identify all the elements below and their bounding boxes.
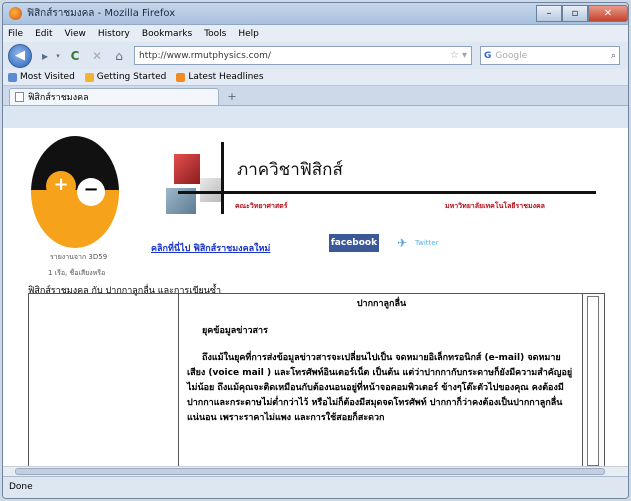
left-column	[29, 294, 179, 467]
search-placeholder: Google	[495, 50, 528, 61]
page-content: + − รายงานจาก 3D59 1 เรือ, ชื่อเสียงหรือ…	[3, 128, 628, 473]
reload-button[interactable]: C	[66, 47, 84, 65]
new-tab-button[interactable]: +	[222, 90, 242, 105]
header-divider-horizontal	[178, 191, 596, 194]
navigation-toolbar: ◀ ▸ ▾ C ✕ ⌂ http://www.rmutphysics.com/ …	[3, 42, 628, 69]
forward-button[interactable]: ▸	[36, 47, 54, 65]
header-divider-vertical	[221, 142, 224, 214]
department-title: ภาควิชาฟิสิกส์	[237, 160, 343, 180]
window-controls: – ▫ ✕	[536, 5, 628, 22]
menu-view[interactable]: View	[65, 29, 86, 39]
bookmark-latest-headlines[interactable]: Latest Headlines	[176, 72, 264, 82]
menu-bookmarks[interactable]: Bookmarks	[142, 29, 192, 39]
page-icon	[84, 72, 94, 82]
menu-edit[interactable]: Edit	[35, 29, 52, 39]
bookmarks-toolbar: Most Visited Getting Started Latest Head…	[3, 69, 628, 86]
scroll-thumb[interactable]	[15, 468, 605, 475]
header-graphic	[166, 148, 238, 218]
article-paragraph: ถึงแม้ในยุคที่การส่งข้อมูลข่าวสารจะเปลี่…	[187, 353, 573, 423]
article-body: ปากกาลูกลื่น ยุคข้อมูลข่าวสาร ถึงแม้ในยุ…	[179, 294, 584, 467]
plus-icon: +	[46, 171, 76, 201]
logo-caption-2: 1 เรือ, ชื่อเสียงหรือ	[48, 269, 106, 277]
menu-history[interactable]: History	[98, 29, 130, 39]
menu-tools[interactable]: Tools	[204, 29, 226, 39]
faculty-label: คณะวิทยาศาสตร์	[235, 202, 288, 210]
minus-icon: −	[77, 178, 105, 206]
department-logo: + −	[31, 136, 119, 248]
url-bar[interactable]: http://www.rmutphysics.com/ ☆ ▾	[134, 46, 472, 65]
article-frame: ปากกาลูกลื่น ยุคข้อมูลข่าวสาร ถึงแม้ในยุ…	[28, 293, 605, 468]
tab-active[interactable]: ฟิสิกส์ราชมงคล	[9, 88, 219, 105]
horizontal-scrollbar[interactable]	[3, 466, 628, 476]
search-input[interactable]: G Google ⌕	[480, 46, 620, 65]
close-button[interactable]: ✕	[588, 5, 628, 22]
maximize-button[interactable]: ▫	[562, 5, 588, 22]
stop-button[interactable]: ✕	[88, 47, 106, 65]
search-icon[interactable]: ⌕	[611, 51, 616, 61]
home-button[interactable]: ⌂	[110, 47, 128, 65]
browser-window: ฟิสิกส์ราชมงคล - Mozilla Firefox – ▫ ✕ F…	[2, 2, 629, 499]
status-bar: Done	[3, 476, 628, 498]
twitter-bird-icon[interactable]: ✈	[397, 236, 407, 250]
new-site-link[interactable]: คลิกที่นี่ไป ฟิสิกส์ราชมงคลใหม่	[151, 241, 270, 255]
menu-help[interactable]: Help	[238, 29, 259, 39]
firefox-icon	[9, 7, 22, 20]
university-label: มหาวิทยาลัยเทคโนโลยีราชมงคล	[445, 202, 545, 210]
article-title: ปากกาลูกลื่น	[356, 299, 407, 309]
menu-file[interactable]: File	[8, 29, 23, 39]
rss-icon	[176, 72, 186, 82]
article-subheading: ยุคข้อมูลข่าวสาร	[202, 326, 268, 336]
history-dropdown[interactable]: ▾	[54, 47, 62, 65]
tab-label: ฟิสิกส์ราชมงคล	[28, 93, 89, 103]
logo-caption-1: รายงานจาก 3D59	[50, 253, 108, 261]
tab-strip: ฟิสิกส์ราชมงคล +	[3, 86, 628, 106]
google-icon[interactable]: G	[484, 51, 491, 61]
page-icon	[15, 92, 24, 102]
minimize-button[interactable]: –	[536, 5, 562, 22]
article-scrollbar[interactable]	[582, 294, 604, 467]
title-bar: ฟิสิกส์ราชมงคล - Mozilla Firefox – ▫ ✕	[3, 3, 628, 25]
bookmark-star-icon[interactable]: ☆ ▾	[450, 50, 467, 61]
menu-bar: File Edit View History Bookmarks Tools H…	[3, 25, 628, 42]
most-visited-icon	[8, 72, 17, 82]
url-text: http://www.rmutphysics.com/	[139, 50, 271, 61]
status-text: Done	[9, 482, 33, 492]
bookmark-most-visited[interactable]: Most Visited	[8, 72, 75, 82]
bookmark-getting-started[interactable]: Getting Started	[84, 72, 166, 82]
window-title: ฟิสิกส์ราชมงคล - Mozilla Firefox	[27, 8, 176, 19]
facebook-button[interactable]: facebook	[329, 234, 379, 252]
twitter-link[interactable]: Twitter	[415, 239, 438, 247]
back-button[interactable]: ◀	[8, 43, 32, 68]
